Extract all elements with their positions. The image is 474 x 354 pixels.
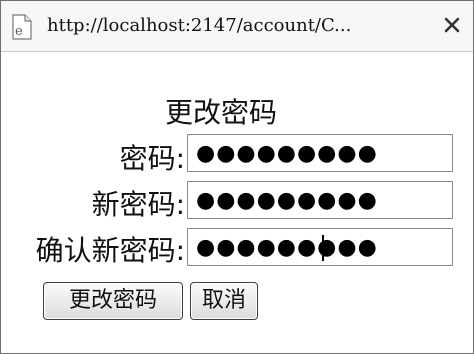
confirm-password-label: 确认新密码:: [35, 234, 185, 267]
password-masked-value: ●●●●●●●●●: [196, 141, 378, 166]
confirm-password-field[interactable]: ●●●●●●●●●: [187, 228, 453, 266]
password-label: 密码:: [119, 142, 185, 175]
cancel-button[interactable]: 取消: [190, 282, 258, 320]
new-password-masked-value: ●●●●●●●●●: [196, 188, 378, 213]
close-icon[interactable]: [441, 14, 463, 36]
new-password-field[interactable]: ●●●●●●●●●: [187, 181, 453, 219]
password-field[interactable]: ●●●●●●●●●: [187, 134, 453, 172]
dialog-window: e http://localhost:2147/account/C... 更改密…: [0, 0, 474, 354]
title-bar: e http://localhost:2147/account/C...: [1, 1, 473, 52]
page-e-icon: e: [12, 14, 32, 40]
text-caret: [322, 235, 324, 261]
form-title: 更改密码: [164, 96, 277, 129]
new-password-label: 新密码:: [91, 188, 185, 221]
svg-text:e: e: [15, 24, 23, 39]
url-text: http://localhost:2147/account/C...: [47, 15, 352, 36]
confirm-password-masked-value: ●●●●●●●●●: [196, 235, 378, 260]
change-password-button[interactable]: 更改密码: [43, 282, 183, 320]
